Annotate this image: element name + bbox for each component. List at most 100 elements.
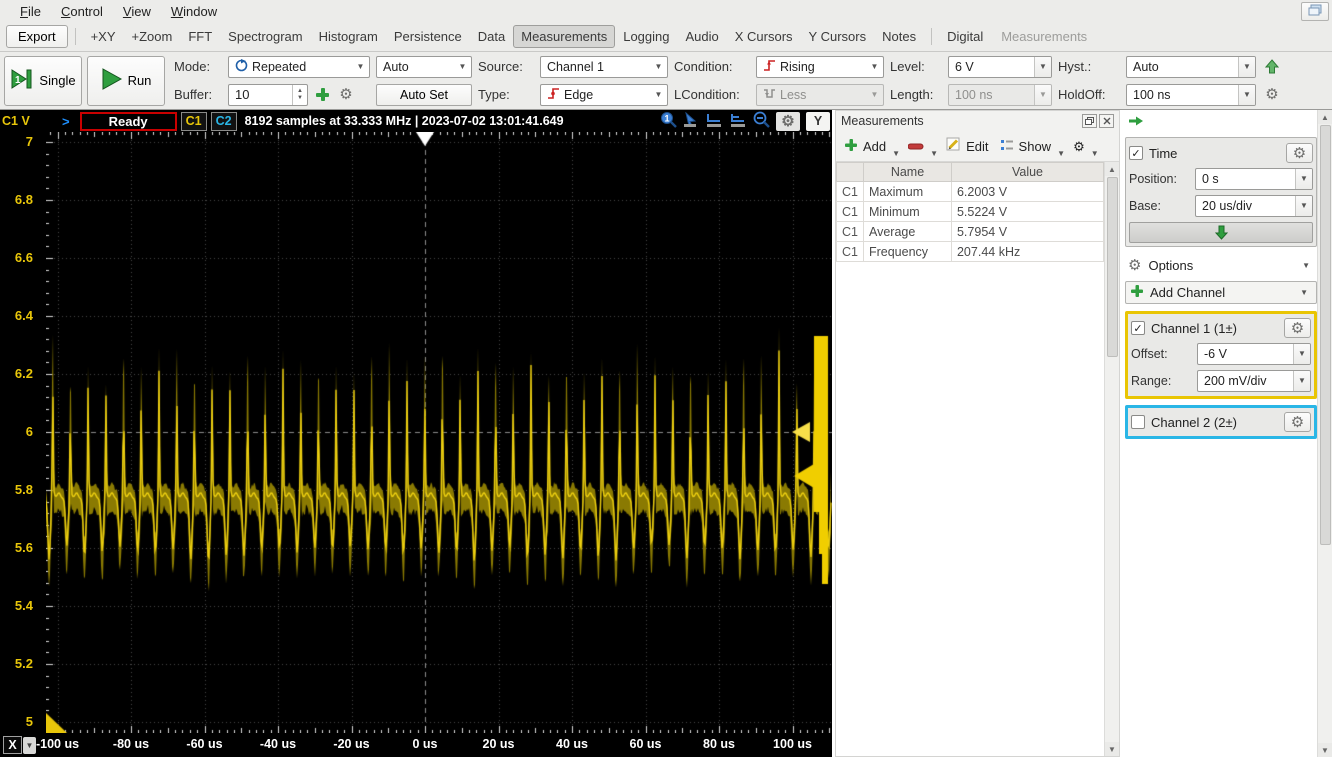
cascade-windows-icon [1308, 4, 1322, 19]
chevron-down-icon: ▼ [866, 57, 883, 77]
run-button-label: Run [128, 73, 152, 88]
chevron-down-icon: ▼ [650, 57, 667, 77]
run-button[interactable]: Run [87, 56, 165, 106]
plot-gear-button[interactable]: ⚙ [776, 112, 800, 131]
add-plus-icon[interactable] [312, 84, 332, 106]
remove-dropdown-icon[interactable]: ▼ [930, 149, 940, 161]
edge-trigger-icon [547, 87, 560, 103]
view--xy[interactable]: +XY [83, 25, 124, 48]
options-row[interactable]: ⚙ Options ▼ [1125, 253, 1317, 277]
add-label: Add [863, 139, 886, 154]
settings-scrollbar[interactable]: ▲ ▼ [1317, 110, 1332, 757]
menu-file[interactable]: File [10, 2, 51, 21]
tab-channel2[interactable]: C2 [211, 112, 237, 131]
cursor-vertical-icon[interactable] [729, 112, 747, 130]
y-tick-label: 6.6 [15, 250, 33, 265]
measurement-row[interactable]: C1Minimum5.5224 V [837, 202, 1104, 222]
single-button[interactable]: 1 Single [4, 56, 82, 106]
scrollbar-thumb[interactable] [1107, 177, 1118, 357]
view-logging[interactable]: Logging [615, 25, 677, 48]
add-measurement-button[interactable]: Add [839, 135, 891, 158]
measurement-row[interactable]: C1Frequency207.44 kHz [837, 242, 1104, 262]
x-axis-button[interactable]: X [3, 736, 22, 754]
channel2-gear-button[interactable]: ⚙ [1284, 412, 1311, 432]
view-spectrogram[interactable]: Spectrogram [220, 25, 310, 48]
time-checkbox[interactable]: ✓ [1129, 146, 1143, 160]
x-axis-dropdown-icon[interactable]: ▼ [23, 737, 36, 754]
condition-select[interactable]: Rising ▼ [756, 56, 884, 78]
scroll-down-icon[interactable]: ▼ [1105, 742, 1119, 756]
view-x-cursors[interactable]: X Cursors [727, 25, 801, 48]
hysteresis-input[interactable]: Auto ▼ [1126, 56, 1256, 78]
window-cascade-button[interactable] [1301, 2, 1329, 21]
view-notes[interactable]: Notes [874, 25, 924, 48]
add-dropdown-icon[interactable]: ▼ [892, 149, 902, 161]
buffer-spinner[interactable]: 10 ▲▼ [228, 84, 308, 106]
remove-measurement-button[interactable] [903, 140, 929, 153]
menu-control[interactable]: Control [51, 2, 113, 21]
holdoff-input[interactable]: 100 ns ▼ [1126, 84, 1256, 106]
add-channel-button[interactable]: Add Channel ▼ [1125, 281, 1317, 304]
mode-select[interactable]: Repeated ▼ [228, 56, 370, 78]
channel2-checkbox[interactable] [1131, 415, 1145, 429]
export-button[interactable]: Export [6, 25, 68, 48]
plot-area[interactable] [46, 132, 832, 733]
show-button[interactable]: Show [995, 136, 1057, 157]
measurement-row[interactable]: C1Average5.7954 V [837, 222, 1104, 242]
cursor-horizontal-icon[interactable] [705, 112, 723, 130]
toolbar-separator [931, 28, 932, 45]
offset-input[interactable]: -6 V ▼ [1197, 343, 1311, 365]
menu-window[interactable]: Window [161, 2, 227, 21]
chevron-down-icon: ▼ [650, 85, 667, 105]
position-input[interactable]: 0 s ▼ [1195, 168, 1313, 190]
scope-canvas[interactable] [46, 132, 832, 733]
range-input[interactable]: 200 mV/div ▼ [1197, 370, 1311, 392]
channel1-checkbox[interactable]: ✓ [1131, 321, 1145, 335]
gear-dropdown-icon[interactable]: ▼ [1091, 149, 1101, 161]
expand-time-button[interactable] [1129, 222, 1313, 243]
time-gear-button[interactable]: ⚙ [1286, 143, 1313, 163]
view-fft[interactable]: FFT [180, 25, 220, 48]
buffer-gear-icon[interactable]: ⚙ [336, 84, 356, 106]
measurement-mvalue: 5.5224 V [951, 202, 1103, 222]
view-measurements[interactable]: Measurements [513, 25, 615, 48]
chevron-down-icon: ▼ [866, 85, 883, 105]
condition-label: Condition: [674, 59, 750, 74]
view-measurements-disabled: Measurements [993, 25, 1095, 48]
mode-auto-select[interactable]: Auto ▼ [376, 56, 472, 78]
edit-button[interactable]: Edit [941, 134, 993, 158]
measurements-scrollbar[interactable]: ▲ ▼ [1104, 162, 1119, 756]
view-y-cursors[interactable]: Y Cursors [801, 25, 875, 48]
trigger-position-up-icon[interactable] [1262, 56, 1282, 78]
source-select[interactable]: Channel 1 ▼ [540, 56, 668, 78]
view-digital[interactable]: Digital [939, 25, 991, 48]
show-dropdown-icon[interactable]: ▼ [1057, 149, 1067, 161]
measurements-gear-icon[interactable]: ⚙ [1068, 137, 1090, 156]
type-select[interactable]: Edge ▼ [540, 84, 668, 106]
measurement-row[interactable]: C1Maximum6.2003 V [837, 182, 1104, 202]
zoom-out-icon[interactable] [753, 111, 770, 131]
trigger-gear-icon[interactable]: ⚙ [1262, 84, 1282, 106]
tab-channel1[interactable]: C1 [181, 112, 207, 131]
menu-view[interactable]: View [113, 2, 161, 21]
close-icon[interactable] [1099, 114, 1114, 128]
view-persistence[interactable]: Persistence [386, 25, 470, 48]
view--zoom[interactable]: +Zoom [124, 25, 181, 48]
scroll-down-icon[interactable]: ▼ [1318, 743, 1332, 757]
auto-set-button[interactable]: Auto Set [376, 84, 472, 106]
view-audio[interactable]: Audio [678, 25, 727, 48]
scrollbar-thumb[interactable] [1320, 125, 1331, 545]
scroll-up-icon[interactable]: ▲ [1318, 110, 1332, 124]
spinner-arrows-icon[interactable]: ▲▼ [292, 85, 307, 105]
channel1-gear-button[interactable]: ⚙ [1284, 318, 1311, 338]
pointer-icon[interactable] [683, 112, 699, 130]
base-input[interactable]: 20 us/div ▼ [1195, 195, 1313, 217]
scroll-up-icon[interactable]: ▲ [1105, 162, 1119, 176]
undock-button[interactable] [1082, 114, 1097, 128]
collapse-arrow-icon[interactable] [1125, 112, 1317, 130]
view-histogram[interactable]: Histogram [311, 25, 386, 48]
zoom-one-icon[interactable]: 1 [660, 111, 677, 131]
view-data[interactable]: Data [470, 25, 513, 48]
y-axis-button[interactable]: Y [806, 112, 830, 131]
level-input[interactable]: 6 V ▼ [948, 56, 1052, 78]
